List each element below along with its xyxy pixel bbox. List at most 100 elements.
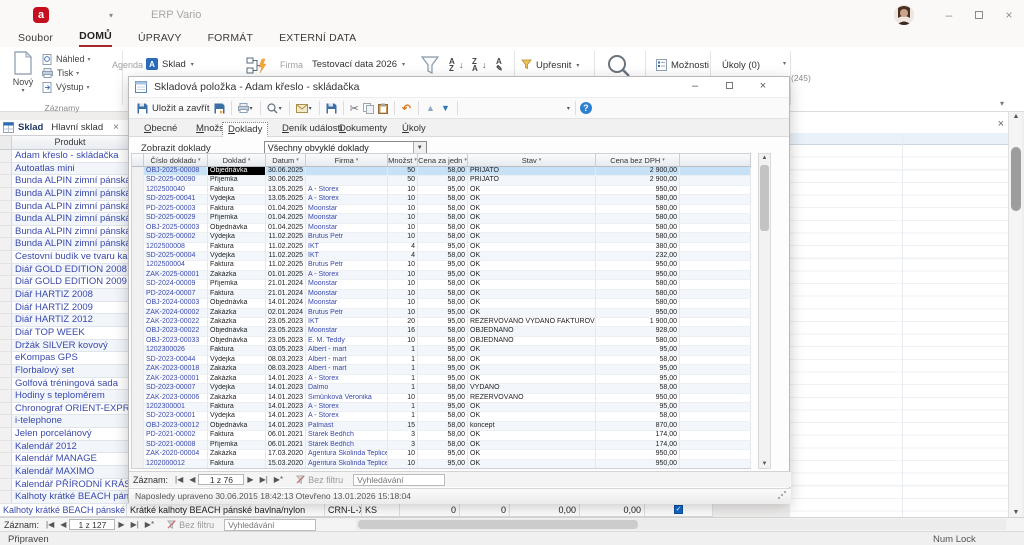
product-name[interactable]: Florbalový set: [12, 365, 128, 378]
cell-cena-za-jedn[interactable]: 58,00: [418, 224, 468, 233]
cell-datum[interactable]: 30.06.2025: [266, 167, 306, 176]
scroll-down-icon[interactable]: ▼: [1009, 509, 1023, 516]
cell-cena-bez-dph[interactable]: 928,00: [596, 327, 680, 336]
cell-doklad[interactable]: Faktura: [208, 290, 266, 299]
product-row[interactable]: Kalendář 2012: [0, 441, 128, 454]
first-record-button[interactable]: |◀: [46, 520, 54, 529]
cell-stav[interactable]: OK: [468, 271, 596, 280]
document-row[interactable]: ZAK-2025-00001Zakázka01.01.2025A - Store…: [132, 271, 751, 280]
cell-cena-za-jedn[interactable]: 58,00: [418, 280, 468, 289]
preview-button[interactable]: Náhled▾: [42, 52, 91, 66]
record-selector[interactable]: [0, 150, 12, 163]
document-row[interactable]: OBJ-2023-00033Objednávka23.05.2023E. M. …: [132, 337, 751, 346]
product-name[interactable]: Kalendář MANAGE: [12, 453, 128, 466]
cell-firma[interactable]: E. M. Teddy: [306, 337, 388, 346]
document-row[interactable]: SD-2025-00041Výdejka13.05.2025A - Storex…: [132, 195, 751, 204]
product-row[interactable]: Diář HARTIZ 2008: [0, 289, 128, 302]
cell-cena-za-jedn[interactable]: 58,00: [418, 195, 468, 204]
cell-cena-za-jedn[interactable]: 95,00: [418, 460, 468, 469]
cell-doklad[interactable]: Zakázka: [208, 318, 266, 327]
menu-item-domů[interactable]: DOMŮ: [79, 30, 112, 47]
cell-cena-bez-dph[interactable]: 950,00: [596, 186, 680, 195]
bottom-row-jednotka[interactable]: KS: [362, 504, 400, 516]
product-name[interactable]: Bunda ALPIN zimní pánská: [12, 201, 128, 214]
product-row[interactable]: Bunda ALPIN zimní pánská: [0, 188, 128, 201]
cell-cena-bez-dph[interactable]: 950,00: [596, 271, 680, 280]
output-button[interactable]: Výstup▾: [42, 80, 91, 94]
product-name[interactable]: Jelen porcelánový: [12, 428, 128, 441]
product-row[interactable]: Kalendář PŘÍRODNÍ KRÁSY: [0, 479, 128, 492]
document-row[interactable]: ZAK-2023-00018Zakázka08.03.2023Albert - …: [132, 365, 751, 374]
previous-record-button[interactable]: ◀: [189, 475, 195, 484]
cell-cena-bez-dph[interactable]: 95,00: [596, 346, 680, 355]
cell-číslo-dokladu[interactable]: SD-2021-00008: [144, 441, 208, 450]
cell-množst[interactable]: 3: [388, 431, 418, 440]
product-row[interactable]: Diář GOLD EDITION 2009: [0, 276, 128, 289]
tasks-caret-icon[interactable]: ▾: [778, 60, 786, 67]
cell-firma[interactable]: Agentura Školinda Teplice: [306, 450, 388, 459]
cell-doklad[interactable]: Výdejka: [208, 252, 266, 261]
row-selector[interactable]: [132, 356, 144, 365]
column-filter-caret-icon[interactable]: ▾: [356, 157, 359, 163]
row-selector[interactable]: [132, 346, 144, 355]
cell-datum[interactable]: 11.02.2025: [266, 252, 306, 261]
row-selector[interactable]: [132, 450, 144, 459]
cell-cena-bez-dph[interactable]: 232,00: [596, 252, 680, 261]
cell-číslo-dokladu[interactable]: ZAK-2023-00018: [144, 365, 208, 374]
cell-stav[interactable]: PŘIJATO: [468, 176, 596, 185]
product-row[interactable]: Bunda ALPIN zimní pánská: [0, 238, 128, 251]
cell-číslo-dokladu[interactable]: SD-2025-00004: [144, 252, 208, 261]
cell-stav[interactable]: OBJEDNÁNO: [468, 337, 596, 346]
dialog-vscroll-thumb[interactable]: [760, 165, 769, 231]
row-selector[interactable]: [132, 195, 144, 204]
cell-cena-bez-dph[interactable]: 580,00: [596, 299, 680, 308]
cell-cena-za-jedn[interactable]: 58,00: [418, 412, 468, 421]
record-position-box[interactable]: 1 z 127: [69, 519, 115, 530]
cell-doklad[interactable]: Objednávka: [208, 299, 266, 308]
document-row[interactable]: SD-2025-00002Výdejka11.02.2025Brutus Pet…: [132, 233, 751, 242]
cell-stav[interactable]: OK: [468, 299, 596, 308]
bottom-row-varianta[interactable]: CRN-L-XL: [325, 504, 362, 516]
document-row[interactable]: PD-2025-00003Faktura01.04.2025Moonstar10…: [132, 205, 751, 214]
cell-cena-bez-dph[interactable]: 58,00: [596, 412, 680, 421]
mail-caret-icon[interactable]: ▾: [309, 105, 312, 112]
cell-firma[interactable]: Moonstar: [306, 327, 388, 336]
row-selector[interactable]: [132, 186, 144, 195]
cell-doklad[interactable]: Zakázka: [208, 365, 266, 374]
cell-datum[interactable]: 23.05.2023: [266, 327, 306, 336]
document-row[interactable]: ZAK-2024-00002Zakázka02.01.2024Brutus Pe…: [132, 309, 751, 318]
cell-firma[interactable]: A - Storex: [306, 412, 388, 421]
cell-stav[interactable]: OK: [468, 205, 596, 214]
cell-datum[interactable]: 08.03.2023: [266, 356, 306, 365]
record-selector[interactable]: [0, 238, 12, 251]
ribbon-collapse-icon[interactable]: ▾: [1000, 99, 1004, 108]
cell-doklad[interactable]: Faktura: [208, 403, 266, 412]
cell-doklad[interactable]: Faktura: [208, 205, 266, 214]
column-header-8[interactable]: Cena bez DPH▾: [596, 154, 680, 167]
product-name[interactable]: Golfová tréningová sada: [12, 378, 128, 391]
cell-cena-za-jedn[interactable]: 58,00: [418, 356, 468, 365]
cell-cena-bez-dph[interactable]: 580,00: [596, 205, 680, 214]
cell-doklad[interactable]: Faktura: [208, 460, 266, 469]
column-header-7[interactable]: Stav▾: [468, 154, 596, 167]
record-selector[interactable]: [0, 390, 12, 403]
cell-cena-bez-dph[interactable]: 580,00: [596, 337, 680, 346]
product-name[interactable]: Adam křeslo - skládačka: [12, 150, 128, 163]
cell-cena-bez-dph[interactable]: 2 900,00: [596, 176, 680, 185]
cell-číslo-dokladu[interactable]: 1202500004: [144, 261, 208, 270]
dialog-resize-grip[interactable]: [777, 490, 787, 500]
row-selector[interactable]: [132, 337, 144, 346]
view-selector-caret-icon[interactable]: ▾: [567, 105, 570, 112]
product-row[interactable]: Diář GOLD EDITION 2008: [0, 264, 128, 277]
menu-item-soubor[interactable]: Soubor: [18, 32, 53, 47]
cell-cena-za-jedn[interactable]: 58,00: [418, 327, 468, 336]
product-row[interactable]: Držák SILVER kovový: [0, 340, 128, 353]
cell-cena-za-jedn[interactable]: 95,00: [418, 186, 468, 195]
product-name[interactable]: Hodiny s teploměrem: [12, 390, 128, 403]
cell-firma[interactable]: Brutus Petr: [306, 309, 388, 318]
preview-button-dialog[interactable]: ▾: [267, 103, 283, 114]
cell-množst[interactable]: 1: [388, 412, 418, 421]
cell-cena-bez-dph[interactable]: 1 900,00: [596, 318, 680, 327]
product-row[interactable]: Kalendář MANAGE: [0, 453, 128, 466]
cell-datum[interactable]: 13.05.2025: [266, 186, 306, 195]
